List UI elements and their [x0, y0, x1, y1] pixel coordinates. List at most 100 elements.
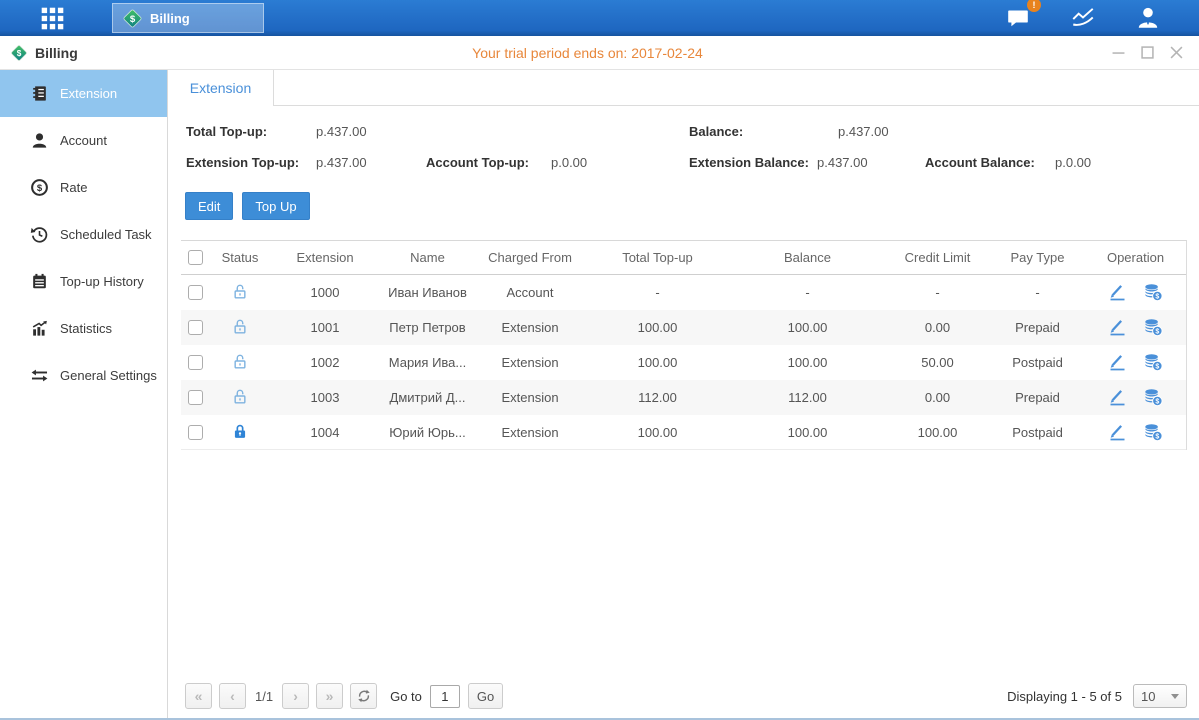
- minimize-button[interactable]: [1111, 46, 1125, 60]
- app-launcher-button[interactable]: [33, 3, 71, 33]
- taskbar-tab-billing[interactable]: $ Billing: [112, 3, 264, 33]
- extension-topup-label: Extension Top-up:: [186, 155, 316, 170]
- table-row: 1000Иван ИвановAccount---- $: [181, 275, 1186, 310]
- total-topup-cell: 100.00: [585, 355, 730, 370]
- tab-extension[interactable]: Extension: [168, 70, 274, 106]
- sidebar-item-scheduled-task[interactable]: Scheduled Task: [0, 211, 167, 258]
- tab-strip: Extension: [168, 70, 1199, 106]
- extension-cell: 1003: [270, 390, 380, 405]
- extension-cell: 1001: [270, 320, 380, 335]
- topup-row-button[interactable]: $: [1143, 387, 1164, 408]
- balance-summary: Total Top-up: p.437.00 Extension Top-up:…: [181, 120, 1187, 173]
- account-balance-value: p.0.00: [1055, 155, 1091, 170]
- status-unlocked-icon[interactable]: [230, 387, 250, 407]
- goto-page-input[interactable]: [430, 685, 460, 708]
- grid-icon: [39, 5, 66, 32]
- billing-app-icon: $: [122, 8, 143, 29]
- sidebar-item-extension[interactable]: Extension: [0, 70, 167, 117]
- edit-row-button[interactable]: [1107, 282, 1128, 303]
- refresh-button[interactable]: [350, 683, 377, 709]
- billing-window-icon: $: [10, 44, 28, 62]
- extension-topup-value: p.437.00: [316, 155, 426, 170]
- balance-label: Balance:: [689, 124, 838, 139]
- svg-text:$: $: [1155, 363, 1159, 370]
- balance-cell: 100.00: [730, 355, 885, 370]
- maximize-button[interactable]: [1140, 46, 1154, 60]
- status-unlocked-icon[interactable]: [230, 352, 250, 372]
- edit-row-button[interactable]: [1107, 422, 1128, 443]
- charged-from-cell: Extension: [475, 390, 585, 405]
- edit-row-button[interactable]: [1107, 352, 1128, 373]
- status-unlocked-icon[interactable]: [230, 317, 250, 337]
- close-button[interactable]: [1169, 46, 1183, 60]
- status-unlocked-icon[interactable]: [230, 282, 250, 302]
- topup-row-button[interactable]: $: [1143, 422, 1164, 443]
- user-button[interactable]: [1129, 4, 1167, 32]
- extension-icon: [30, 84, 49, 103]
- pay-type-cell: -: [990, 285, 1085, 300]
- pagination-bar: « ‹ 1/1 › » Go to Go Displaying 1 - 5 of…: [181, 682, 1187, 710]
- row-checkbox[interactable]: [188, 285, 203, 300]
- first-page-button[interactable]: «: [185, 683, 212, 709]
- sidebar-item-label: Extension: [60, 86, 117, 101]
- goto-label: Go to: [390, 689, 422, 704]
- sidebar-item-account[interactable]: Account: [0, 117, 167, 164]
- minimize-icon: [1112, 46, 1125, 59]
- operation-cell: $: [1085, 317, 1186, 338]
- row-checkbox[interactable]: [188, 355, 203, 370]
- chat-icon: [1005, 6, 1031, 30]
- table-row: 1003Дмитрий Д...Extension112.00112.000.0…: [181, 380, 1186, 415]
- charged-from-cell: Account: [475, 285, 585, 300]
- sidebar-item-topup-history[interactable]: Top-up History: [0, 258, 167, 305]
- sidebar-item-rate[interactable]: $ Rate: [0, 164, 167, 211]
- checkbox-cell: [181, 285, 210, 300]
- svg-text:$: $: [130, 14, 136, 25]
- next-page-button[interactable]: ›: [282, 683, 309, 709]
- table-row: 1004Юрий Юрь...Extension100.00100.00100.…: [181, 415, 1186, 450]
- messages-button[interactable]: !: [999, 4, 1037, 32]
- sidebar-item-label: Statistics: [60, 321, 112, 336]
- tab-label: Extension: [190, 80, 251, 96]
- col-status: Status: [210, 250, 270, 265]
- row-checkbox[interactable]: [188, 320, 203, 335]
- go-button[interactable]: Go: [468, 683, 503, 709]
- charged-from-cell: Extension: [475, 425, 585, 440]
- main-panel: Extension Total Top-up: p.437.00 Extensi…: [168, 70, 1199, 718]
- operation-cell: $: [1085, 387, 1186, 408]
- total-topup-cell: 112.00: [585, 390, 730, 405]
- svg-text:$: $: [1155, 328, 1159, 335]
- account-topup-value: p.0.00: [551, 155, 587, 170]
- last-page-button[interactable]: »: [316, 683, 343, 709]
- checkbox-cell: [181, 320, 210, 335]
- sidebar-item-general-settings[interactable]: General Settings: [0, 352, 167, 399]
- page-size-select[interactable]: 10: [1133, 684, 1187, 708]
- balance-cell: -: [730, 285, 885, 300]
- chart-icon: [1068, 5, 1098, 31]
- sidebar-item-statistics[interactable]: Statistics: [0, 305, 167, 352]
- status-cell: [210, 317, 270, 337]
- total-topup-cell: -: [585, 285, 730, 300]
- edit-button[interactable]: Edit: [185, 192, 233, 220]
- operation-cell: $: [1085, 422, 1186, 443]
- row-checkbox[interactable]: [188, 425, 203, 440]
- topup-row-button[interactable]: $: [1143, 317, 1164, 338]
- page-size-value: 10: [1141, 689, 1155, 704]
- refresh-icon: [356, 688, 372, 704]
- sidebar-item-label: Top-up History: [60, 274, 144, 289]
- status-locked-icon[interactable]: [230, 422, 250, 442]
- charged-from-cell: Extension: [475, 355, 585, 370]
- row-checkbox[interactable]: [188, 390, 203, 405]
- select-all-checkbox[interactable]: [188, 250, 203, 265]
- extension-balance-label: Extension Balance:: [689, 155, 817, 170]
- operation-cell: $: [1085, 352, 1186, 373]
- window-titlebar: $ Billing Your trial period ends on: 201…: [0, 36, 1199, 70]
- status-cell: [210, 352, 270, 372]
- topup-row-button[interactable]: $: [1143, 352, 1164, 373]
- prev-page-button[interactable]: ‹: [219, 683, 246, 709]
- monitor-button[interactable]: [1064, 4, 1102, 32]
- topup-row-button[interactable]: $: [1143, 282, 1164, 303]
- edit-row-button[interactable]: [1107, 387, 1128, 408]
- balance-cell: 100.00: [730, 320, 885, 335]
- top-up-button[interactable]: Top Up: [242, 192, 309, 220]
- edit-row-button[interactable]: [1107, 317, 1128, 338]
